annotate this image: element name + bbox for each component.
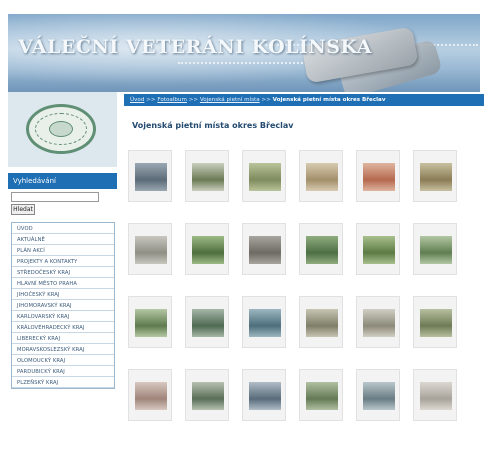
memorial-photo: [306, 163, 338, 191]
photo-thumbnail[interactable]: [128, 296, 172, 348]
memorial-photo: [135, 236, 167, 264]
photo-thumbnail[interactable]: [299, 296, 343, 348]
photo-thumbnail[interactable]: [185, 369, 229, 421]
main-menu: ÚVOD AKTUÁLNĚ PLÁN AKCÍ PROJEKTY A KONTAKTY…: [11, 222, 115, 389]
search-input[interactable]: [11, 192, 99, 202]
logo-area: [8, 92, 117, 167]
photo-thumbnail[interactable]: [242, 223, 286, 275]
memorial-photo: [135, 382, 167, 410]
menu-item[interactable]: PARDUBICKÝ KRAJ: [12, 366, 114, 377]
search-button[interactable]: Hledat: [11, 204, 35, 215]
search-heading: Vyhledávání: [8, 173, 117, 189]
page-title: Vojenská pietní místa okres Břeclav: [132, 121, 294, 130]
menu-item[interactable]: AKTUÁLNĚ: [12, 234, 114, 245]
memorial-photo: [363, 236, 395, 264]
breadcrumb: Úvod >> Fotoalbum >> Vojenská pietní mís…: [124, 94, 484, 106]
photo-thumbnail[interactable]: [185, 223, 229, 275]
breadcrumb-memorials[interactable]: Vojenská pietní místa: [200, 97, 260, 103]
breadcrumb-current: Vojenská pietní místa okres Břeclav: [272, 97, 386, 103]
photo-thumbnail[interactable]: [413, 223, 457, 275]
dogtag-chain: [178, 62, 318, 64]
menu-item[interactable]: LIBERECKÝ KRAJ: [12, 333, 114, 344]
memorial-photo: [420, 309, 452, 337]
memorial-photo: [249, 236, 281, 264]
header-banner: VÁLEČNÍ VETERÁNI KOLÍNSKA: [8, 14, 480, 92]
menu-item[interactable]: STŘEDOČESKÝ KRAJ: [12, 267, 114, 278]
memorial-photo: [420, 382, 452, 410]
memorial-photo: [363, 382, 395, 410]
photo-thumbnail[interactable]: [413, 150, 457, 202]
memorial-photo: [135, 163, 167, 191]
memorial-photo: [192, 236, 224, 264]
logo-emblem: [49, 121, 73, 137]
menu-item[interactable]: KRÁLOVÉHRADECKÝ KRAJ: [12, 322, 114, 333]
photo-thumbnail[interactable]: [356, 296, 400, 348]
photo-thumbnail[interactable]: [413, 369, 457, 421]
memorial-photo: [420, 163, 452, 191]
memorial-photo: [249, 309, 281, 337]
photo-thumbnail[interactable]: [242, 369, 286, 421]
menu-item[interactable]: PLZEŇSKÝ KRAJ: [12, 377, 114, 388]
memorial-photo: [420, 236, 452, 264]
breadcrumb-separator: >>: [146, 97, 156, 103]
menu-item[interactable]: JIHOČESKÝ KRAJ: [12, 289, 114, 300]
photo-thumbnail[interactable]: [356, 223, 400, 275]
memorial-photo: [306, 309, 338, 337]
photo-thumbnail[interactable]: [242, 150, 286, 202]
photo-thumbnail[interactable]: [242, 296, 286, 348]
memorial-photo: [192, 163, 224, 191]
menu-item[interactable]: PROJEKTY A KONTAKTY: [12, 256, 114, 267]
photo-thumbnail[interactable]: [128, 369, 172, 421]
association-logo[interactable]: [26, 104, 96, 154]
menu-item[interactable]: JIHOMORAVSKÝ KRAJ: [12, 300, 114, 311]
memorial-photo: [249, 382, 281, 410]
menu-item[interactable]: ÚVOD: [12, 223, 114, 234]
memorial-photo: [306, 236, 338, 264]
photo-thumbnail[interactable]: [356, 150, 400, 202]
menu-item[interactable]: MORAVSKOSLEZSKÝ KRAJ: [12, 344, 114, 355]
photo-thumbnail[interactable]: [299, 369, 343, 421]
photo-thumbnail[interactable]: [128, 150, 172, 202]
breadcrumb-separator: >>: [261, 97, 271, 103]
memorial-photo: [306, 382, 338, 410]
breadcrumb-photoalbum[interactable]: Fotoalbum: [157, 97, 187, 103]
photo-thumbnail[interactable]: [299, 150, 343, 202]
sidebar: Vyhledávání Hledat ÚVOD AKTUÁLNĚ PLÁN AKCÍ…: [8, 92, 117, 427]
menu-item[interactable]: KARLOVARSKÝ KRAJ: [12, 311, 114, 322]
menu-item[interactable]: HLAVNÍ MĚSTO PRAHA: [12, 278, 114, 289]
menu-item[interactable]: OLOMOUCKÝ KRAJ: [12, 355, 114, 366]
breadcrumb-home[interactable]: Úvod: [130, 97, 144, 103]
memorial-photo: [363, 309, 395, 337]
menu-item[interactable]: PLÁN AKCÍ: [12, 245, 114, 256]
memorial-photo: [249, 163, 281, 191]
photo-thumbnail[interactable]: [185, 150, 229, 202]
photo-thumbnail[interactable]: [185, 296, 229, 348]
memorial-photo: [192, 309, 224, 337]
photo-thumbnail[interactable]: [128, 223, 172, 275]
photo-thumbnail[interactable]: [299, 223, 343, 275]
memorial-photo: [135, 309, 167, 337]
memorial-photo: [363, 163, 395, 191]
photo-thumbnail[interactable]: [413, 296, 457, 348]
photo-thumbnail[interactable]: [356, 369, 400, 421]
memorial-photo: [192, 382, 224, 410]
breadcrumb-separator: >>: [188, 97, 199, 103]
site-title[interactable]: VÁLEČNÍ VETERÁNI KOLÍNSKA: [18, 36, 372, 58]
